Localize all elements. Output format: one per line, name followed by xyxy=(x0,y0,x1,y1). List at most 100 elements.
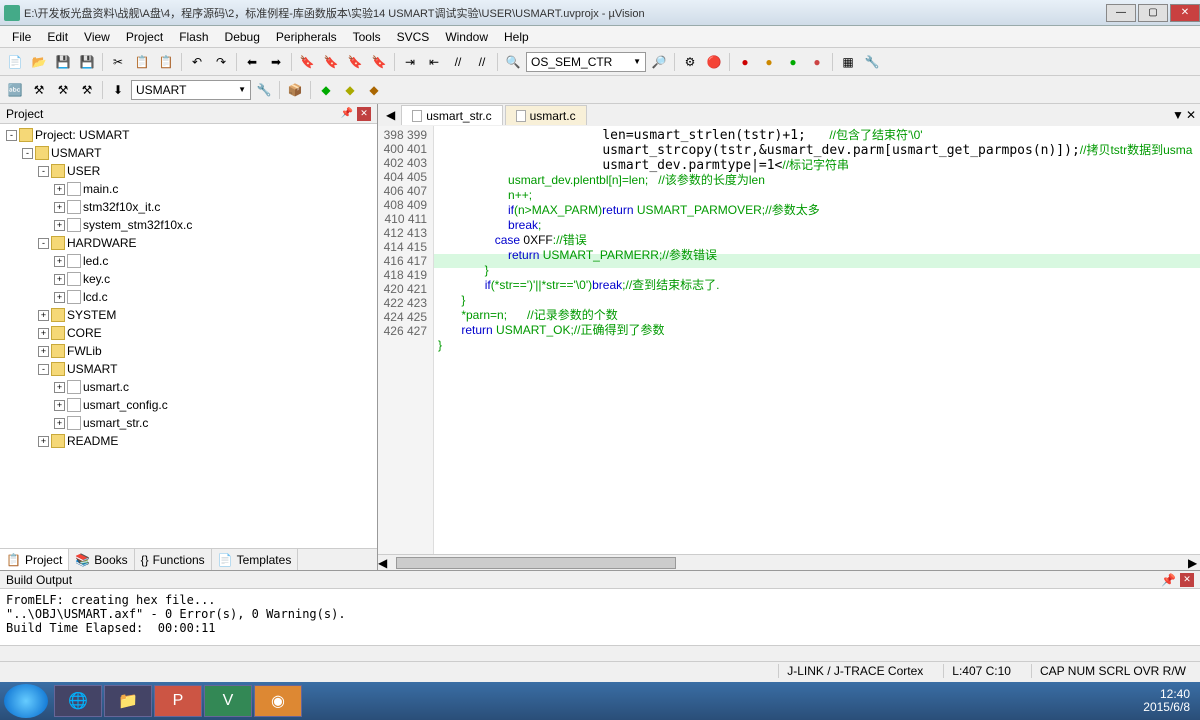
expand-icon[interactable]: + xyxy=(38,310,49,321)
save-all-icon[interactable]: 💾 xyxy=(76,51,98,73)
expand-icon[interactable]: + xyxy=(54,400,65,411)
copy-icon[interactable]: 📋 xyxy=(131,51,153,73)
menu-flash[interactable]: Flash xyxy=(171,28,216,46)
menu-help[interactable]: Help xyxy=(496,28,537,46)
outdent-icon[interactable]: ⇤ xyxy=(423,51,445,73)
target-options-icon[interactable]: 🔧 xyxy=(253,79,275,101)
new-icon[interactable]: 📄 xyxy=(4,51,26,73)
paste-icon[interactable]: 📋 xyxy=(155,51,177,73)
expand-icon[interactable]: + xyxy=(54,418,65,429)
expand-icon[interactable]: + xyxy=(54,382,65,393)
forward-icon[interactable]: ➡ xyxy=(265,51,287,73)
minimize-button[interactable]: — xyxy=(1106,4,1136,22)
rebuild-icon[interactable]: ⚒ xyxy=(52,79,74,101)
bookmark-icon[interactable]: 🔖 xyxy=(296,51,318,73)
comment-icon[interactable]: // xyxy=(447,51,469,73)
proj-tab-templates[interactable]: 📄Templates xyxy=(212,549,299,570)
expand-icon[interactable]: + xyxy=(54,184,65,195)
cut-icon[interactable]: ✂ xyxy=(107,51,129,73)
expand-icon[interactable]: + xyxy=(54,292,65,303)
expand-icon[interactable]: + xyxy=(54,220,65,231)
maximize-button[interactable]: ▢ xyxy=(1138,4,1168,22)
expand-icon[interactable]: + xyxy=(38,328,49,339)
tabs-menu-icon[interactable]: ▼ xyxy=(1172,108,1184,122)
redo-icon[interactable]: ↷ xyxy=(210,51,232,73)
file-system_stm32f10x-c[interactable]: +system_stm32f10x.c xyxy=(2,216,375,234)
collapse-icon[interactable]: - xyxy=(38,238,49,249)
blue-dot-icon[interactable]: ● xyxy=(806,51,828,73)
code-content[interactable]: len=usmart_strlen(tstr)+1; //包含了结束符'\0' … xyxy=(438,128,1196,554)
expand-icon[interactable]: + xyxy=(38,436,49,447)
brown-diamond-icon[interactable]: ◆ xyxy=(363,79,385,101)
orange-dot-icon[interactable]: ● xyxy=(758,51,780,73)
menu-svcs[interactable]: SVCS xyxy=(389,28,438,46)
collapse-icon[interactable]: - xyxy=(38,166,49,177)
indent-icon[interactable]: ⇥ xyxy=(399,51,421,73)
close-button[interactable]: ✕ xyxy=(1170,4,1200,22)
pin-icon[interactable]: 📌 xyxy=(341,108,353,119)
build-pin-icon[interactable]: 📌 xyxy=(1161,573,1176,587)
group-core[interactable]: +CORE xyxy=(2,324,375,342)
taskbar-app-4[interactable]: V xyxy=(204,685,252,717)
pane-close-icon[interactable]: ✕ xyxy=(357,107,371,121)
file-usmart-c[interactable]: +usmart.c xyxy=(2,378,375,396)
group-fwlib[interactable]: +FWLib xyxy=(2,342,375,360)
expand-icon[interactable]: + xyxy=(54,202,65,213)
tray-date[interactable]: 2015/6/8 xyxy=(1143,701,1190,714)
menu-edit[interactable]: Edit xyxy=(39,28,76,46)
undo-icon[interactable]: ↶ xyxy=(186,51,208,73)
menu-project[interactable]: Project xyxy=(118,28,171,46)
collapse-icon[interactable]: - xyxy=(6,130,17,141)
start-button[interactable] xyxy=(4,684,48,718)
green-dot-icon[interactable]: ● xyxy=(782,51,804,73)
menu-file[interactable]: File xyxy=(4,28,39,46)
find-next-icon[interactable]: 🔎 xyxy=(648,51,670,73)
file-led-c[interactable]: +led.c xyxy=(2,252,375,270)
back-icon[interactable]: ⬅ xyxy=(241,51,263,73)
collapse-icon[interactable]: - xyxy=(22,148,33,159)
collapse-icon[interactable]: - xyxy=(38,364,49,375)
window-icon[interactable]: ▦ xyxy=(837,51,859,73)
tabs-close-icon[interactable]: ✕ xyxy=(1186,108,1196,122)
menu-debug[interactable]: Debug xyxy=(217,28,268,46)
build-hscroll[interactable] xyxy=(0,645,1200,661)
proj-tab-project[interactable]: 📋Project xyxy=(0,549,69,570)
target-node[interactable]: -USMART xyxy=(2,144,375,162)
taskbar-app-3[interactable]: P xyxy=(154,685,202,717)
translate-icon[interactable]: 🔤 xyxy=(4,79,26,101)
file-tab-usmart-c[interactable]: usmart.c xyxy=(505,105,587,125)
file-usmart_config-c[interactable]: +usmart_config.c xyxy=(2,396,375,414)
uncomment-icon[interactable]: // xyxy=(471,51,493,73)
wrench-icon[interactable]: 🔧 xyxy=(861,51,883,73)
group-usmart[interactable]: -USMART xyxy=(2,360,375,378)
save-icon[interactable]: 💾 xyxy=(52,51,74,73)
find-combo[interactable]: OS_SEM_CTR▼ xyxy=(526,52,646,72)
bookmark-clear-icon[interactable]: 🔖 xyxy=(368,51,390,73)
file-main-c[interactable]: +main.c xyxy=(2,180,375,198)
debug-config-icon[interactable]: ⚙ xyxy=(679,51,701,73)
debug-start-icon[interactable]: 🔴 xyxy=(703,51,725,73)
menu-view[interactable]: View xyxy=(76,28,118,46)
yellow-diamond-icon[interactable]: ◆ xyxy=(339,79,361,101)
menu-peripherals[interactable]: Peripherals xyxy=(268,28,345,46)
expand-icon[interactable]: + xyxy=(38,346,49,357)
bookmark-prev-icon[interactable]: 🔖 xyxy=(320,51,342,73)
group-system[interactable]: +SYSTEM xyxy=(2,306,375,324)
proj-tab-functions[interactable]: {}Functions xyxy=(135,549,212,570)
build-icon[interactable]: ⚒ xyxy=(28,79,50,101)
expand-icon[interactable]: + xyxy=(54,256,65,267)
open-icon[interactable]: 📂 xyxy=(28,51,50,73)
taskbar-app-2[interactable]: 📁 xyxy=(104,685,152,717)
menu-tools[interactable]: Tools xyxy=(345,28,389,46)
download-icon[interactable]: ⬇ xyxy=(107,79,129,101)
file-usmart_str-c[interactable]: +usmart_str.c xyxy=(2,414,375,432)
file-tab-usmart_str-c[interactable]: usmart_str.c xyxy=(401,105,502,125)
file-key-c[interactable]: +key.c xyxy=(2,270,375,288)
group-readme[interactable]: +README xyxy=(2,432,375,450)
target-combo[interactable]: USMART▼ xyxy=(131,80,251,100)
editor-hscroll[interactable]: ◀ ▶ xyxy=(378,554,1200,570)
bookmark-next-icon[interactable]: 🔖 xyxy=(344,51,366,73)
proj-tab-books[interactable]: 📚Books xyxy=(69,549,134,570)
taskbar-app-1[interactable]: 🌐 xyxy=(54,685,102,717)
tab-nav-left[interactable]: ◀ xyxy=(386,108,395,122)
